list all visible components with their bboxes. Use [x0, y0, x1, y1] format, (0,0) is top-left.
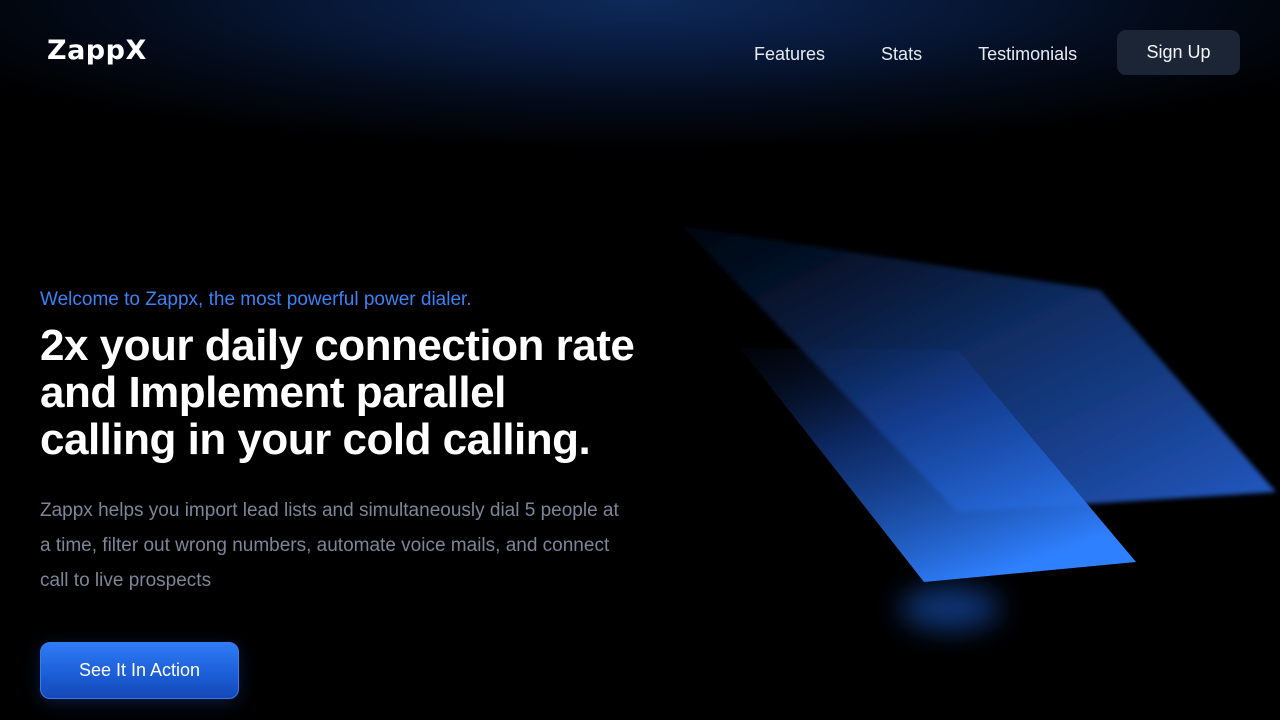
nav-links: Features Stats Testimonials — [754, 42, 1077, 66]
headline-line-2: and Implement parallel — [40, 368, 506, 417]
decorative-planes-graphic — [682, 226, 1276, 630]
hero-eyebrow: Welcome to Zappx, the most powerful powe… — [40, 289, 472, 310]
headline-line-1: 2x your daily connection rate — [40, 321, 635, 370]
nav-link-stats[interactable]: Stats — [881, 42, 922, 66]
glow-spot — [900, 586, 1000, 630]
headline-line-3: calling in your cold calling. — [40, 415, 591, 464]
nav-link-testimonials[interactable]: Testimonials — [978, 42, 1077, 66]
see-it-in-action-button[interactable]: See It In Action — [40, 642, 239, 699]
hero-headline: 2x your daily connection rate and Implem… — [40, 322, 680, 463]
sign-up-button[interactable]: Sign Up — [1117, 30, 1240, 75]
brand-logo[interactable]: ZappX — [47, 34, 147, 68]
top-navigation: ZappX Features Stats Testimonials Sign U… — [0, 0, 1280, 100]
landing-page: ZappX Features Stats Testimonials Sign U… — [0, 0, 1280, 720]
hero-description: Zappx helps you import lead lists and si… — [40, 500, 619, 591]
nav-link-features[interactable]: Features — [754, 42, 825, 66]
